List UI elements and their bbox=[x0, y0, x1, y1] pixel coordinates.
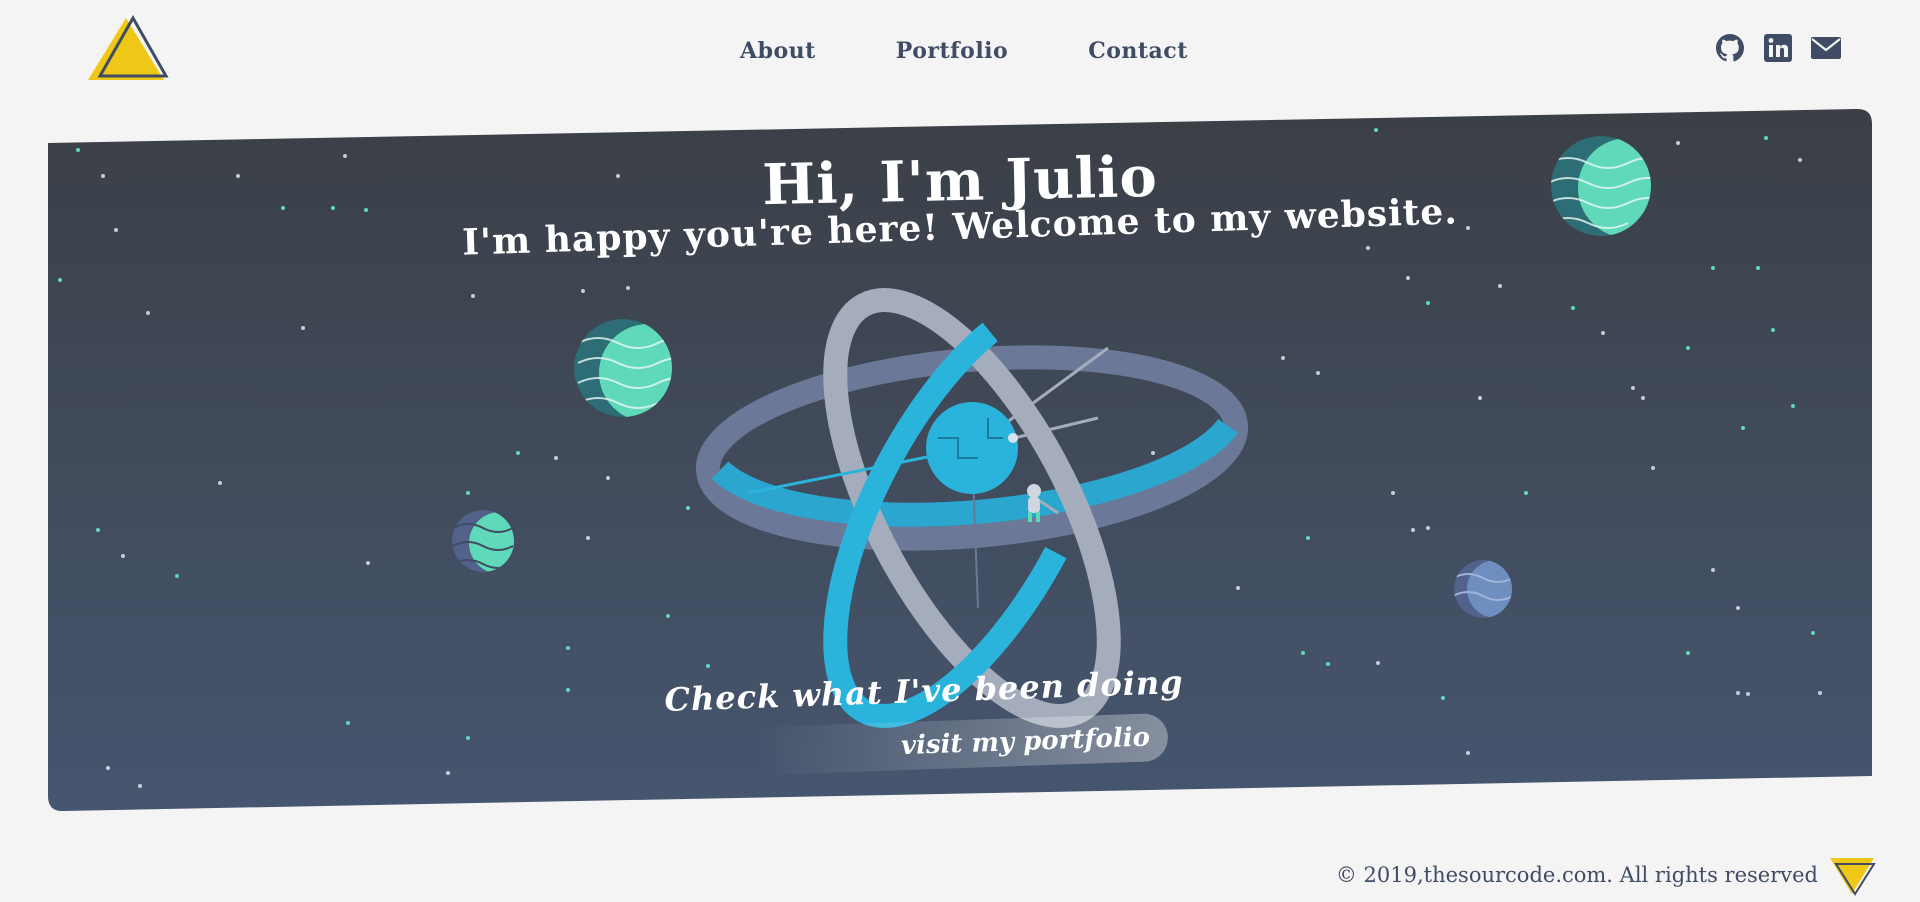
logo[interactable] bbox=[86, 14, 170, 84]
social-links bbox=[1714, 32, 1842, 64]
footer: © 2019,thesourcode.com. All rights reser… bbox=[1336, 854, 1876, 896]
nav-about[interactable]: About bbox=[740, 38, 816, 64]
triangle-logo-icon bbox=[1830, 858, 1876, 896]
main-nav: About Portfolio Contact bbox=[740, 38, 1188, 64]
copyright-text: © 2019,thesourcode.com. All rights reser… bbox=[1335, 863, 1818, 887]
github-icon[interactable] bbox=[1714, 32, 1746, 64]
linkedin-icon[interactable] bbox=[1762, 32, 1794, 64]
hero-section: Hi, I'm Julio I'm happy you're here! Wel… bbox=[48, 108, 1872, 812]
nav-contact[interactable]: Contact bbox=[1088, 38, 1188, 64]
nav-portfolio[interactable]: Portfolio bbox=[896, 38, 1008, 64]
email-icon[interactable] bbox=[1810, 32, 1842, 64]
